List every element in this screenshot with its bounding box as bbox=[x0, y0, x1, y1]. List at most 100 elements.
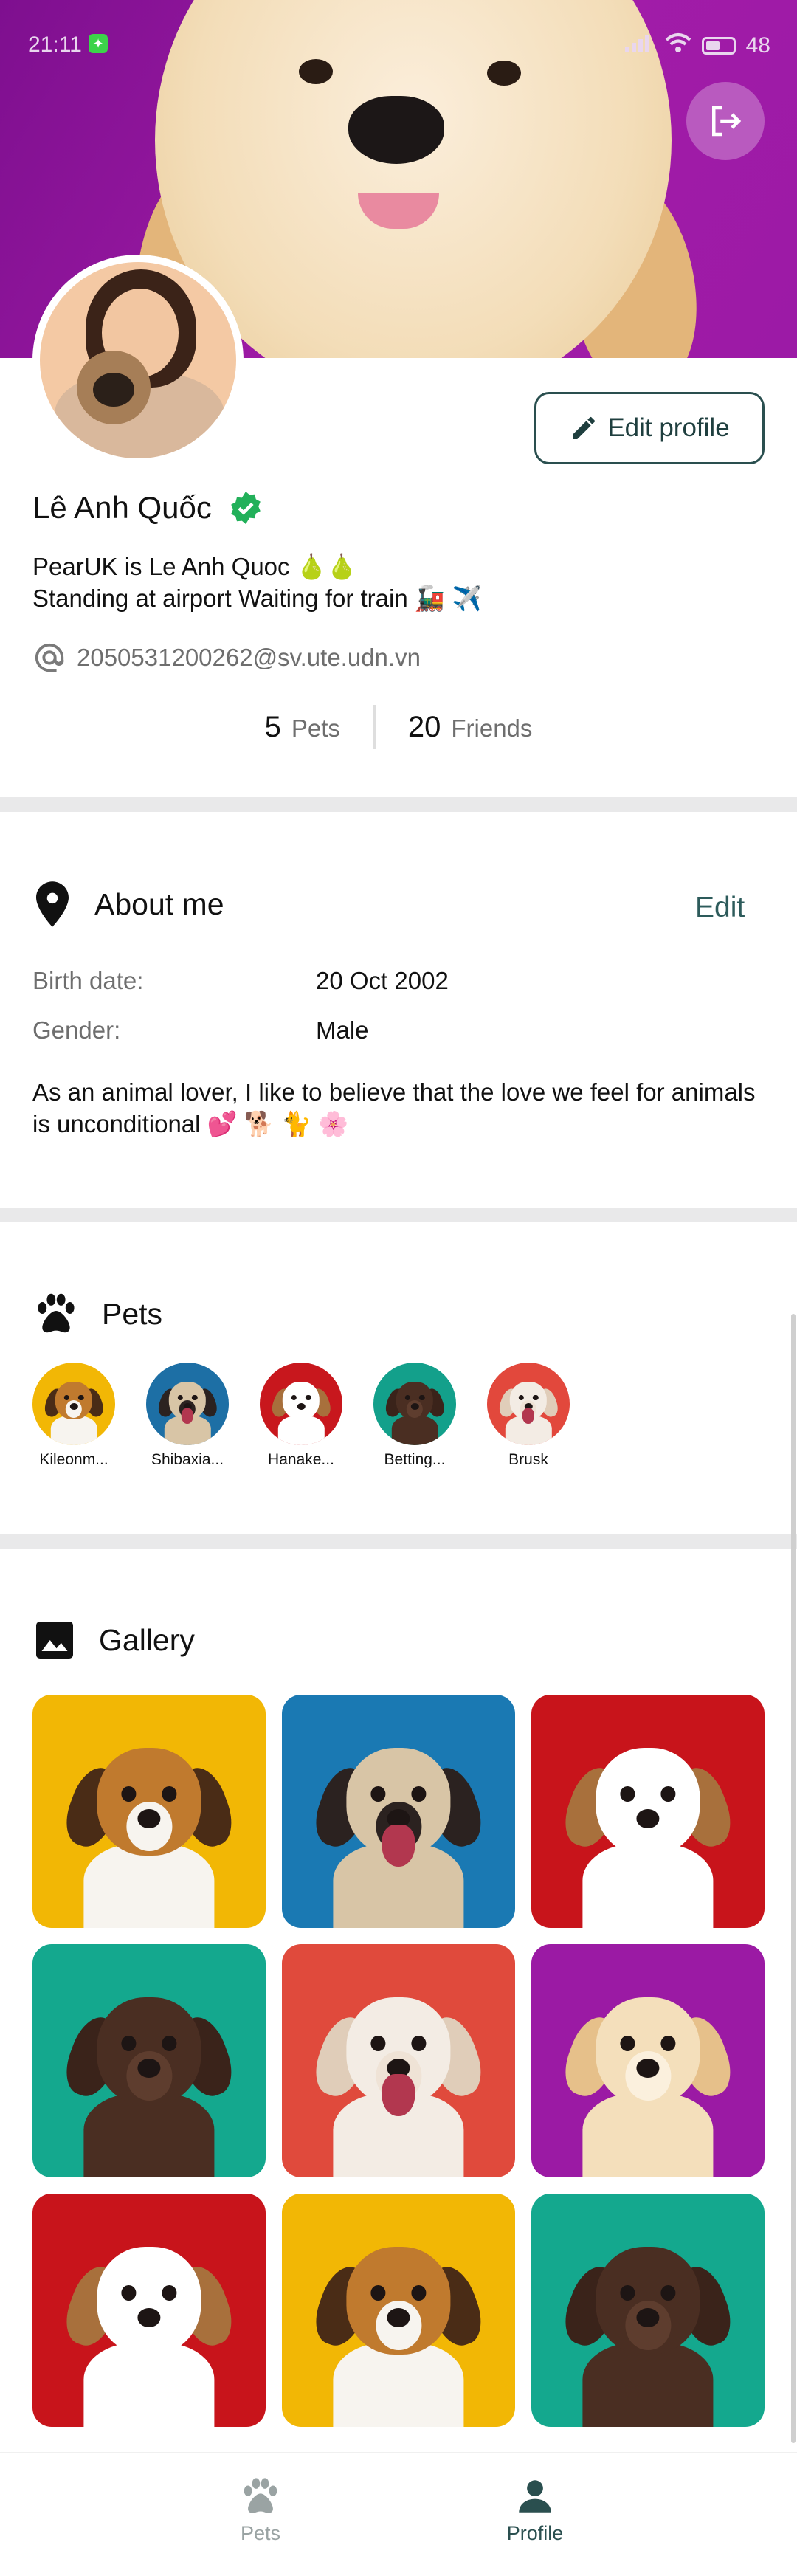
gallery-photo[interactable] bbox=[32, 2194, 266, 2427]
puppy-mouth bbox=[382, 2074, 415, 2117]
pet-avatar bbox=[373, 1363, 456, 1445]
puppy-eye bbox=[518, 1395, 524, 1401]
pets-label: Pets bbox=[291, 714, 340, 742]
gallery-photo[interactable] bbox=[282, 1944, 515, 2177]
edit-profile-button[interactable]: Edit profile bbox=[534, 392, 765, 464]
email-row: 2050531200262@sv.ute.udn.vn bbox=[32, 641, 421, 675]
logout-button[interactable] bbox=[686, 82, 765, 160]
profile-bio: PearUK is Le Anh Quoc 🍐🍐 Standing at air… bbox=[32, 551, 482, 614]
puppy-eye bbox=[121, 2285, 137, 2301]
puppy-figure bbox=[58, 1986, 240, 2177]
pets-list: Kileonm... Shibaxia... Hanake... Betting...… bbox=[32, 1363, 570, 1469]
cover-dog-nose bbox=[348, 96, 444, 164]
about-edit-link[interactable]: Edit bbox=[695, 892, 745, 924]
stat-pets[interactable]: 5 Pets bbox=[232, 711, 373, 744]
puppy-eye bbox=[533, 1395, 539, 1401]
section-divider bbox=[0, 1534, 797, 1549]
puppy-eye bbox=[306, 1395, 311, 1401]
puppy-body bbox=[582, 1843, 714, 1928]
pet-avatar bbox=[32, 1363, 115, 1445]
gallery-title: Gallery bbox=[99, 1622, 195, 1657]
scrollbar[interactable] bbox=[791, 1314, 796, 2443]
puppy-nose bbox=[410, 1403, 419, 1411]
friends-count: 20 bbox=[407, 710, 441, 743]
location-pin-icon bbox=[36, 881, 69, 927]
pet-avatar bbox=[260, 1363, 342, 1445]
profile-name: Lê Anh Quốc bbox=[32, 490, 212, 525]
puppy-eye bbox=[78, 1395, 84, 1401]
pet-name: Kileonm... bbox=[39, 1451, 108, 1468]
puppy-figure bbox=[557, 1737, 739, 1928]
puppy-body bbox=[50, 1415, 97, 1445]
profile-email: 2050531200262@sv.ute.udn.vn bbox=[77, 644, 421, 671]
puppy-eye bbox=[419, 1395, 425, 1401]
status-bar: 21:11 ✦ 48 bbox=[0, 0, 797, 89]
bio-line: PearUK is Le Anh Quoc 🍐🍐 bbox=[32, 553, 357, 580]
pet-item[interactable]: Shibaxia... bbox=[146, 1363, 229, 1469]
pet-item[interactable]: Betting... bbox=[373, 1363, 456, 1469]
puppy-figure bbox=[382, 1377, 447, 1445]
profile-avatar[interactable] bbox=[32, 255, 244, 466]
puppy-body bbox=[83, 1843, 215, 1928]
puppy-body bbox=[582, 2342, 714, 2427]
stat-friends[interactable]: 20 Friends bbox=[376, 711, 565, 744]
paw-icon bbox=[38, 1293, 75, 1333]
pet-avatar bbox=[146, 1363, 229, 1445]
gallery-photo[interactable] bbox=[531, 1695, 765, 1928]
puppy-eye bbox=[177, 1395, 183, 1401]
pet-name: Shibaxia... bbox=[151, 1451, 224, 1468]
puppy-eye bbox=[620, 1786, 635, 1802]
puppy-eye bbox=[404, 1395, 410, 1401]
puppy-figure bbox=[58, 2236, 240, 2427]
gallery-photo[interactable] bbox=[282, 1695, 515, 1928]
paw-icon bbox=[244, 2478, 277, 2513]
puppy-eye bbox=[291, 1395, 297, 1401]
birth-date-value: 20 Oct 2002 bbox=[316, 967, 449, 994]
app-notification-icon: ✦ bbox=[89, 34, 108, 53]
puppy-figure bbox=[58, 1737, 240, 1928]
image-icon bbox=[36, 1622, 73, 1659]
profile-stats: 5 Pets 20 Friends bbox=[0, 701, 797, 753]
pets-title: Pets bbox=[102, 1296, 163, 1331]
pet-name: Betting... bbox=[384, 1451, 446, 1468]
nav-tab-pets[interactable]: Pets bbox=[187, 2475, 334, 2545]
signal-icon bbox=[624, 33, 655, 58]
about-description: As an animal lover, I like to believe th… bbox=[32, 1078, 756, 1137]
gender-value: Male bbox=[316, 1016, 369, 1044]
about-title: About me bbox=[94, 886, 224, 921]
pencil-icon bbox=[573, 416, 596, 439]
gallery-photo[interactable] bbox=[32, 1695, 266, 1928]
logout-icon bbox=[712, 106, 742, 137]
puppy-body bbox=[83, 2342, 215, 2427]
pet-item[interactable]: Brusk bbox=[487, 1363, 570, 1469]
gallery-photo[interactable] bbox=[32, 1944, 266, 2177]
pets-count: 5 bbox=[264, 710, 281, 743]
edit-profile-label: Edit profile bbox=[607, 413, 730, 442]
bottom-navigation: Pets Profile bbox=[0, 2452, 797, 2576]
puppy-eye bbox=[620, 2285, 635, 2301]
gallery-photo[interactable] bbox=[282, 2194, 515, 2427]
gender-label: Gender: bbox=[32, 1016, 121, 1044]
birth-date-label: Birth date: bbox=[32, 967, 144, 994]
pet-item[interactable]: Hanake... bbox=[260, 1363, 342, 1469]
puppy-figure bbox=[496, 1377, 561, 1445]
avatar-pug-face bbox=[93, 373, 134, 407]
gallery-photo[interactable] bbox=[531, 2194, 765, 2427]
pet-item[interactable]: Kileonm... bbox=[32, 1363, 115, 1469]
bio-line: Standing at airport Waiting for train 🚂 … bbox=[32, 585, 483, 612]
puppy-eye bbox=[370, 2036, 386, 2051]
pet-avatar bbox=[487, 1363, 570, 1445]
puppy-figure bbox=[308, 1986, 489, 2177]
puppy-figure bbox=[41, 1377, 106, 1445]
section-divider bbox=[0, 1208, 797, 1222]
gallery-grid bbox=[32, 1695, 765, 2427]
pet-name: Hanake... bbox=[268, 1451, 334, 1468]
puppy-eye bbox=[370, 1786, 386, 1802]
gallery-photo[interactable] bbox=[531, 1944, 765, 2177]
section-divider bbox=[0, 797, 797, 812]
puppy-eye bbox=[370, 2285, 386, 2301]
friends-label: Friends bbox=[451, 714, 533, 742]
person-icon bbox=[519, 2480, 551, 2513]
cover-dog-tongue bbox=[358, 193, 439, 229]
nav-tab-profile[interactable]: Profile bbox=[461, 2475, 609, 2545]
